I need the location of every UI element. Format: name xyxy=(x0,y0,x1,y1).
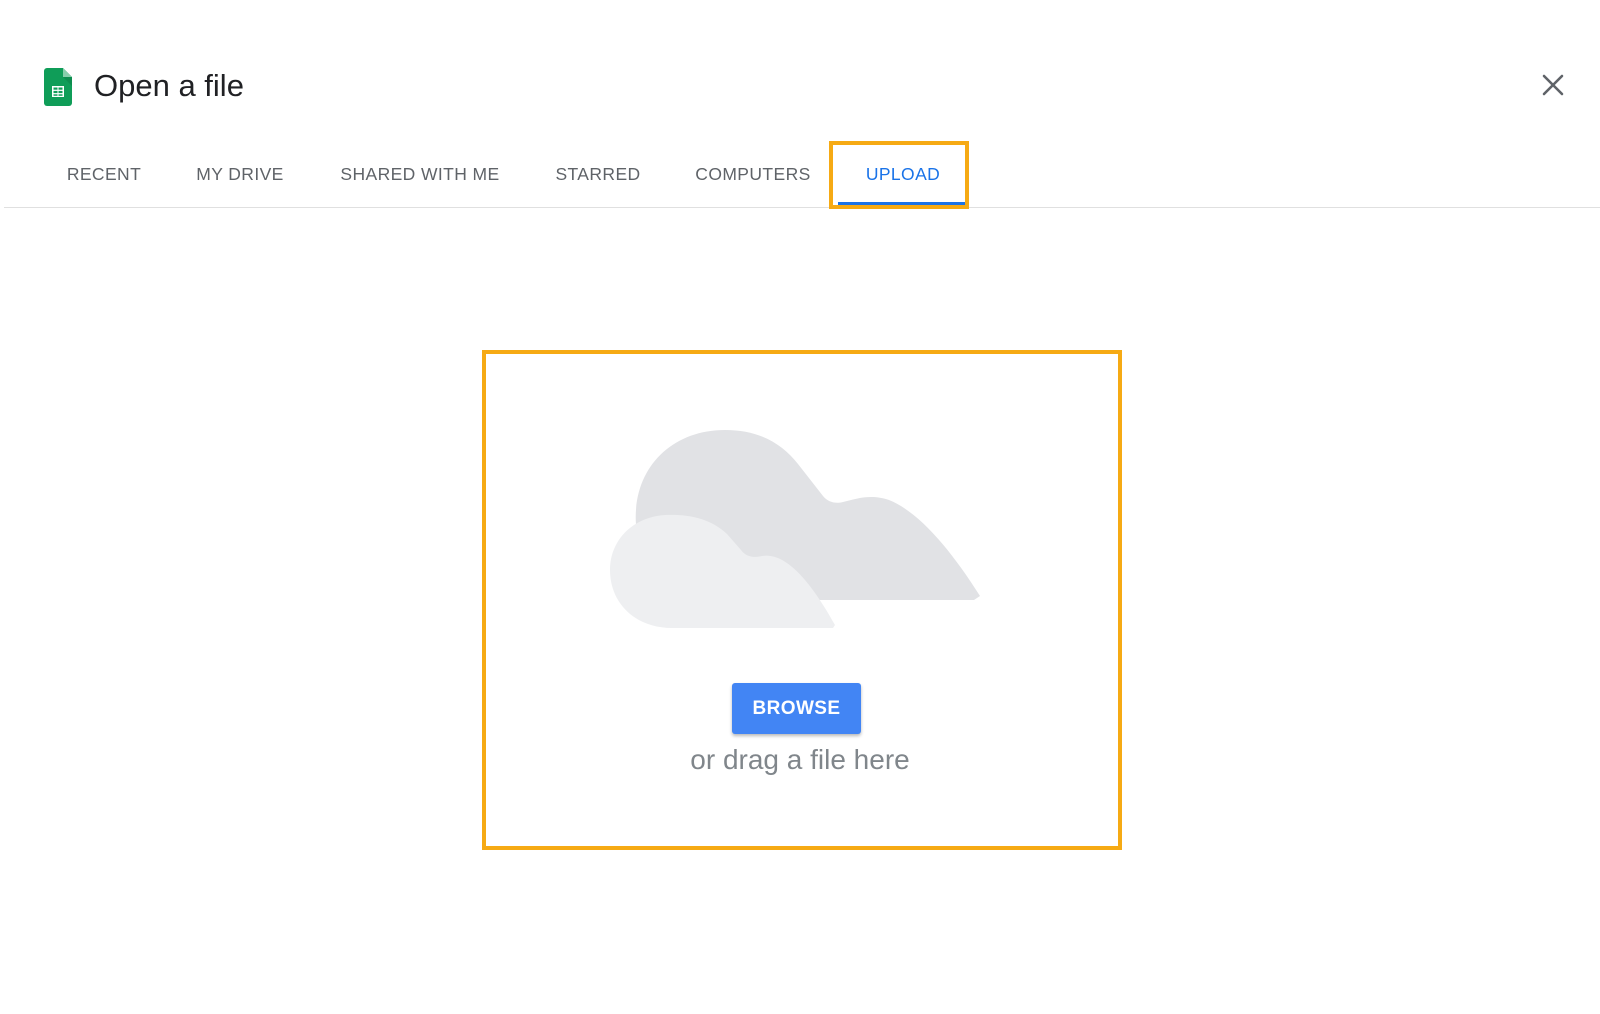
tab-my-drive[interactable]: MY DRIVE xyxy=(186,140,294,208)
tab-recent[interactable]: RECENT xyxy=(56,140,152,208)
tab-bar: RECENT MY DRIVE SHARED WITH ME STARRED C… xyxy=(0,140,1600,208)
tabs-divider xyxy=(4,207,1600,208)
google-sheets-icon xyxy=(44,68,72,106)
drag-file-hint: or drag a file here xyxy=(690,744,910,775)
tab-starred[interactable]: STARRED xyxy=(546,140,650,208)
active-tab-indicator xyxy=(838,202,968,205)
dialog-header: Open a file xyxy=(0,0,1600,140)
dialog-title: Open a file xyxy=(94,68,244,103)
tab-shared-with-me[interactable]: SHARED WITH ME xyxy=(328,140,512,208)
close-icon xyxy=(1542,74,1564,96)
cloud-illustration xyxy=(610,430,980,628)
close-button[interactable] xyxy=(1536,68,1570,102)
tab-computers[interactable]: COMPUTERS xyxy=(684,140,822,208)
browse-button[interactable]: BROWSE xyxy=(732,683,861,734)
tab-upload[interactable]: UPLOAD xyxy=(838,140,968,208)
